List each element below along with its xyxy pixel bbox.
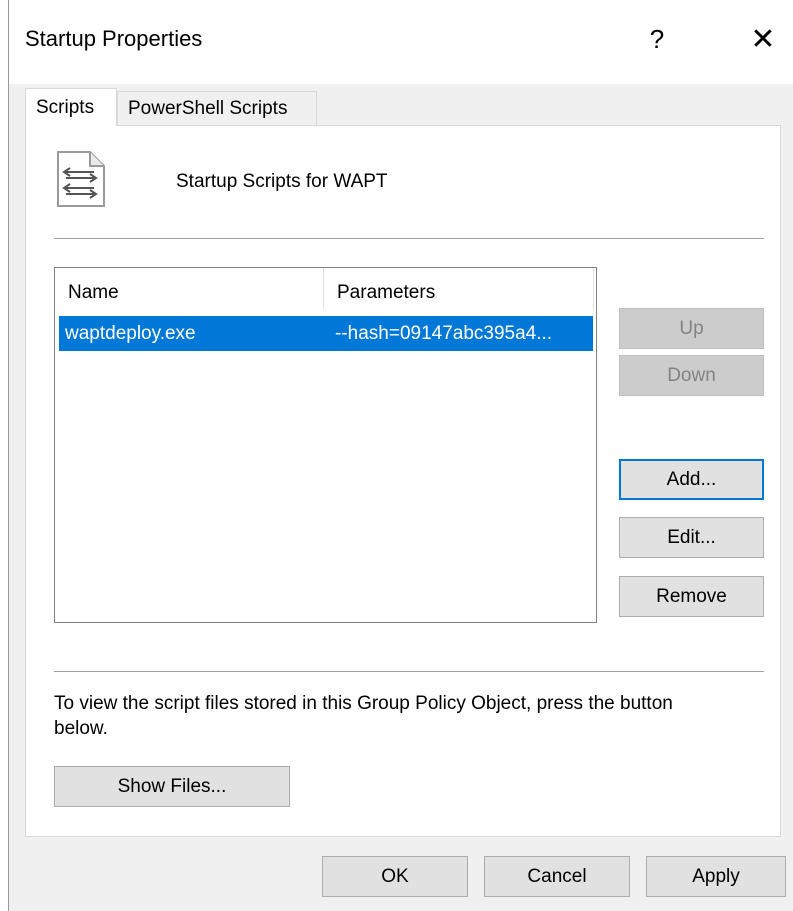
add-button[interactable]: Add... [619,459,764,500]
title-bar: Startup Properties ? ✕ [9,0,793,84]
panel-heading: Startup Scripts for WAPT [176,171,388,192]
column-header-parameters[interactable]: Parameters [337,282,435,304]
cancel-button[interactable]: Cancel [484,856,630,897]
startup-properties-dialog: Startup Properties ? ✕ PowerShell Script… [8,0,793,911]
help-button[interactable]: ? [627,14,687,64]
column-header-name[interactable]: Name [68,282,119,304]
ok-button[interactable]: OK [322,856,468,897]
tab-powershell-scripts[interactable]: PowerShell Scripts [117,91,317,125]
table-row[interactable]: waptdeploy.exe --hash=09147abc395a4... [59,316,593,351]
column-divider[interactable] [593,268,594,310]
divider-top [54,238,764,239]
scripts-list[interactable]: Name Parameters waptdeploy.exe --hash=09… [54,267,597,623]
script-file-icon [57,151,105,207]
dialog-title: Startup Properties [25,26,203,51]
up-button[interactable]: Up [619,308,764,349]
tab-scripts[interactable]: Scripts [25,88,117,126]
row-name-cell: waptdeploy.exe [65,323,196,344]
edit-button[interactable]: Edit... [619,517,764,558]
column-divider[interactable] [323,268,324,310]
apply-button[interactable]: Apply [646,856,786,897]
divider-bottom [54,671,764,672]
remove-button[interactable]: Remove [619,576,764,617]
scripts-panel: Startup Scripts for WAPT Name Parameters… [25,125,781,837]
show-files-button[interactable]: Show Files... [54,766,290,807]
down-button[interactable]: Down [619,355,764,396]
row-parameters-cell: --hash=09147abc395a4... [335,323,553,344]
close-button[interactable]: ✕ [733,14,793,64]
info-text: To view the script files stored in this … [54,693,673,739]
